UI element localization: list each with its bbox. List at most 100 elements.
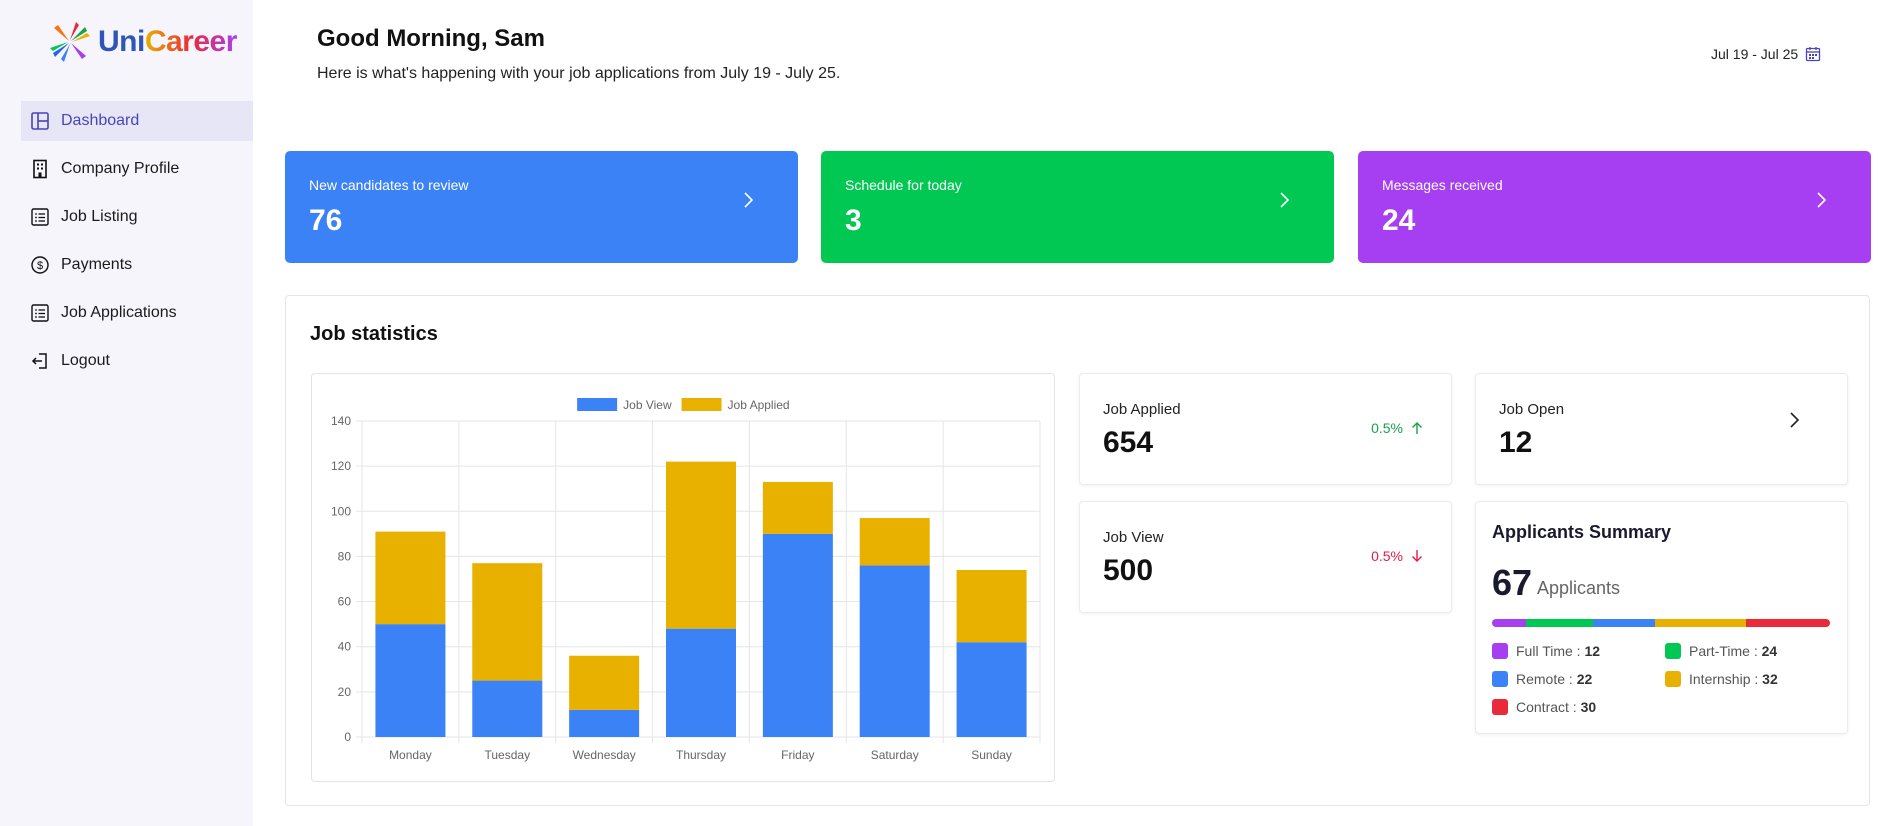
legend-contract: Contract : 30 (1492, 699, 1596, 715)
bar-job-view (666, 628, 736, 737)
legend-text: Full Time : (1516, 643, 1581, 659)
schedule-today-card[interactable]: Schedule for today 3 (821, 151, 1334, 263)
job-open-card[interactable]: Job Open 12 (1475, 373, 1848, 485)
y-tick-label: 0 (344, 730, 351, 744)
x-tick-label: Saturday (871, 748, 919, 762)
x-tick-label: Thursday (676, 748, 726, 762)
legend-swatch (1492, 699, 1508, 715)
job-open-label: Job Open (1499, 401, 1565, 418)
legend-internship: Internship : 32 (1665, 671, 1778, 687)
card-value: 24 (1382, 204, 1416, 237)
x-tick-label: Sunday (971, 748, 1012, 762)
chevron-right-icon (1817, 192, 1827, 208)
date-range-label: Jul 19 - Jul 25 (1711, 46, 1799, 62)
legend-value: 32 (1762, 671, 1778, 687)
bar-job-applied (859, 518, 930, 566)
date-range-picker[interactable]: Jul 19 - Jul 25 (1711, 46, 1821, 62)
distribution-segment (1593, 619, 1656, 627)
list-icon (31, 208, 49, 226)
job-view-card: Job View 500 0.5% (1079, 501, 1452, 613)
page-subtitle: Here is what's happening with your job a… (317, 65, 841, 82)
job-statistics-title: Job statistics (310, 323, 438, 345)
bar-job-applied (666, 461, 736, 629)
sidebar-item-dashboard[interactable]: Dashboard (21, 101, 253, 141)
legend-label: Job View (623, 398, 672, 412)
brand-name-career: Career (144, 25, 238, 58)
svg-text:$: $ (37, 260, 43, 272)
chevron-right-icon (1280, 192, 1290, 208)
sidebar-item-logout[interactable]: Logout (21, 341, 253, 381)
applicants-distribution-bar (1492, 619, 1830, 627)
card-label: New candidates to review (309, 177, 469, 193)
legend-value: 12 (1584, 643, 1601, 659)
legend-value: 30 (1580, 699, 1597, 715)
legend-value: 22 (1576, 671, 1593, 687)
distribution-segment (1525, 619, 1594, 627)
bar-job-view (762, 533, 833, 737)
job-view-trend: 0.5% (1371, 548, 1424, 564)
brand-name: UniCareer (98, 25, 237, 59)
legend-label: Job Applied (728, 398, 790, 412)
sidebar-item-label: Company Profile (61, 160, 180, 177)
distribution-segment (1655, 619, 1746, 627)
sidebar-nav: Dashboard Company Profile Job Listing $ … (21, 101, 253, 389)
chevron-right-icon (744, 192, 754, 208)
legend-part-time: Part-Time : 24 (1665, 643, 1777, 659)
job-statistics-panel: Job statistics 0 20 40 60 80 100 120 140 Monday T… (285, 295, 1870, 806)
job-view-value: 500 (1103, 554, 1154, 587)
brand-logo[interactable]: UniCareer (48, 20, 237, 64)
legend-label: Internship : 32 (1689, 671, 1778, 687)
sidebar-item-label: Logout (61, 352, 110, 369)
applicants-summary-title: Applicants Summary (1492, 522, 1672, 542)
legend-label: Remote : 22 (1516, 671, 1592, 687)
bar-job-view (375, 624, 446, 737)
legend-text: Contract : (1516, 699, 1577, 715)
dollar-icon: $ (31, 256, 49, 274)
x-tick-label: Tuesday (484, 748, 530, 762)
sidebar-item-job-listing[interactable]: Job Listing (21, 197, 253, 237)
legend-swatch (1665, 643, 1681, 659)
bar-job-view (859, 565, 930, 737)
bar-job-applied (569, 655, 640, 710)
sidebar-item-label: Job Applications (61, 304, 177, 321)
legend-label: Part-Time : 24 (1689, 643, 1777, 659)
bar-job-view (569, 709, 640, 737)
applicants-count: 67 (1492, 562, 1533, 603)
applicants-summary-card: Applicants Summary 67 Applicants Full Ti… (1475, 501, 1848, 734)
legend-swatch (681, 398, 722, 411)
arrow-up-icon (1412, 422, 1422, 434)
legend-value: 24 (1761, 643, 1778, 659)
job-applied-trend: 0.5% (1371, 420, 1424, 436)
job-statistics-chart: 0 20 40 60 80 100 120 140 Monday Tuesday Wednesday… (311, 373, 1055, 782)
trend-value: 0.5% (1371, 420, 1403, 436)
legend-remote: Remote : 22 (1492, 671, 1592, 687)
brand-name-uni: Uni (98, 25, 145, 58)
card-label: Schedule for today (845, 177, 962, 193)
legend-swatch (1492, 671, 1508, 687)
card-value: 76 (309, 204, 343, 237)
unicareer-logo-icon (50, 22, 90, 62)
sidebar-item-job-applications[interactable]: Job Applications (21, 293, 253, 333)
new-candidates-card[interactable]: New candidates to review 76 (285, 151, 798, 263)
calendar-icon (1806, 47, 1821, 62)
sidebar-item-company-profile[interactable]: Company Profile (21, 149, 253, 189)
list-icon (31, 304, 49, 322)
bar-job-applied (956, 569, 1027, 643)
legend-text: Internship : (1689, 671, 1759, 687)
messages-received-card[interactable]: Messages received 24 (1358, 151, 1871, 263)
job-applied-value: 654 (1103, 426, 1154, 459)
y-tick-label: 100 (331, 504, 351, 518)
legend-text: Part-Time : (1689, 643, 1758, 659)
bar-job-applied (375, 531, 446, 625)
job-applied-label: Job Applied (1103, 401, 1181, 418)
bar-job-view (956, 642, 1027, 737)
job-open-value: 12 (1499, 426, 1533, 459)
sidebar: UniCareer Dashboard Company Profile Job … (0, 0, 253, 826)
job-view-label: Job View (1103, 529, 1164, 546)
sidebar-item-payments[interactable]: $ Payments (21, 245, 253, 285)
page-title: Good Morning, Sam (317, 25, 545, 52)
chevron-right-icon (1790, 412, 1800, 428)
x-tick-label: Monday (389, 748, 432, 762)
x-tick-label: Friday (781, 748, 814, 762)
logout-icon (31, 353, 47, 369)
